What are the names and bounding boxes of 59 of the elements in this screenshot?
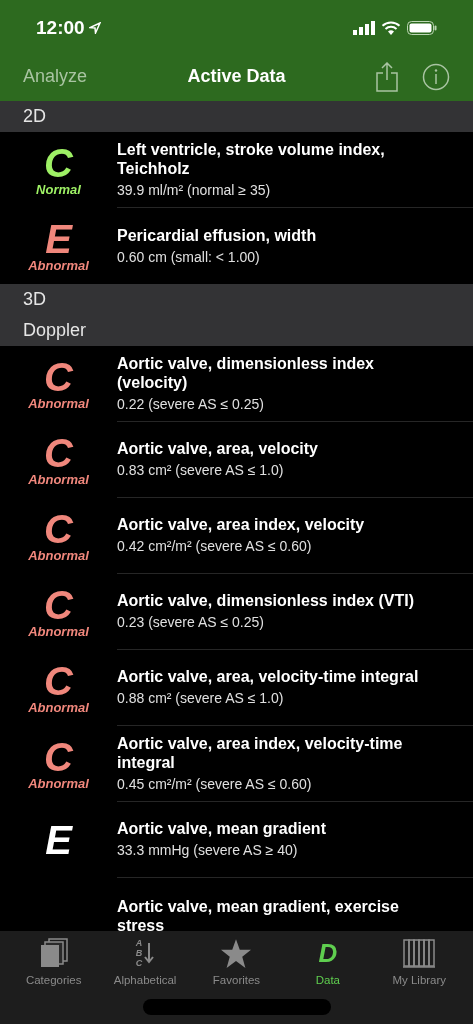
measurement-title: Aortic valve, area, velocity-time integral (117, 667, 420, 686)
tab-item[interactable]: A B C Alphabetical (102, 937, 189, 990)
measurement-title: Aortic valve, dimensionless index (velocity) (117, 353, 375, 392)
measurement-value: 0.45 cm²/m² (severe AS ≤ 0.60) (117, 774, 313, 794)
measurement-value: 0.22 (severe AS ≤ 0.25) (117, 394, 265, 414)
measurement-title: Left ventricle, stroke volume index, Teichholz (117, 139, 386, 178)
wifi-icon (381, 21, 401, 35)
measurement-title: Aortic valve, area, velocity (117, 439, 319, 458)
letters-icon: A B C (135, 938, 143, 968)
grade-letter: C (44, 433, 73, 472)
nav-title: Active Data (187, 65, 286, 88)
measurement-title: Aortic valve, dimensionless index (VTI) (117, 591, 415, 610)
measurement-title: Aortic valve, area index, velocity (117, 515, 366, 534)
battery-icon (407, 21, 437, 35)
grade-letter: C (44, 661, 73, 700)
share-icon[interactable] (376, 61, 398, 92)
section-header: 2D (0, 101, 473, 132)
measurement-value: 0.60 cm (small: < 1.00) (117, 247, 261, 267)
grade-letter: C (44, 585, 73, 624)
grade-letter: E (45, 821, 72, 859)
location-icon (88, 22, 101, 34)
status-label: Abnormal (28, 395, 89, 411)
stack-icon (39, 938, 68, 968)
status-label: Abnormal (28, 471, 89, 487)
status-label: Abnormal (28, 699, 89, 715)
measurement-value: 0.83 cm² (severe AS ≤ 1.0) (117, 461, 285, 480)
measurement-value: 39.9 ml/m² (normal ≥ 35) (117, 180, 272, 200)
grade-letter: C (44, 143, 73, 182)
tab-item[interactable]: My Library (376, 937, 463, 990)
back-button[interactable]: Analyze (23, 63, 88, 90)
bookshelf-icon (403, 938, 436, 968)
status-label: Normal (36, 181, 81, 197)
info-icon[interactable] (422, 62, 450, 91)
measurement-value: 33.3 mmHg (severe AS ≥ 40) (117, 841, 299, 860)
measurement-title: Aortic valve, mean gradient (117, 819, 327, 838)
grade-letter: E (45, 219, 72, 258)
measurement-title: Aortic valve, area index, velocity-time integral (117, 733, 404, 772)
status-time: 12:00 (36, 15, 85, 40)
arrow-down-icon (144, 942, 155, 964)
star-icon (221, 938, 252, 968)
measurement-title: Aortic valve, mean gradient, exercise stress (117, 897, 400, 931)
tab-item[interactable]: D Data (284, 937, 371, 990)
tab-item[interactable]: Favorites (193, 937, 280, 990)
grade-letter: C (44, 737, 73, 776)
status-label: Abnormal (28, 257, 89, 273)
measurement-value: 0.23 (severe AS ≤ 0.25) (117, 613, 265, 632)
section-header: Doppler (0, 315, 473, 346)
grade-letter: C (44, 357, 73, 396)
tab-item[interactable]: Categories (10, 937, 97, 990)
letter-icon: D (318, 938, 338, 968)
grade-letter: C (44, 509, 73, 548)
measurement-value: 0.42 cm²/m² (severe AS ≤ 0.60) (117, 537, 313, 556)
signal-icon (353, 21, 375, 35)
status-label: Abnormal (28, 623, 89, 639)
status-label: Abnormal (28, 775, 89, 791)
section-header: 3D (0, 284, 473, 315)
measurement-value: 0.88 cm² (severe AS ≤ 1.0) (117, 689, 285, 708)
measurement-title: Pericardial effusion, width (117, 225, 318, 245)
status-label: Abnormal (28, 547, 89, 563)
